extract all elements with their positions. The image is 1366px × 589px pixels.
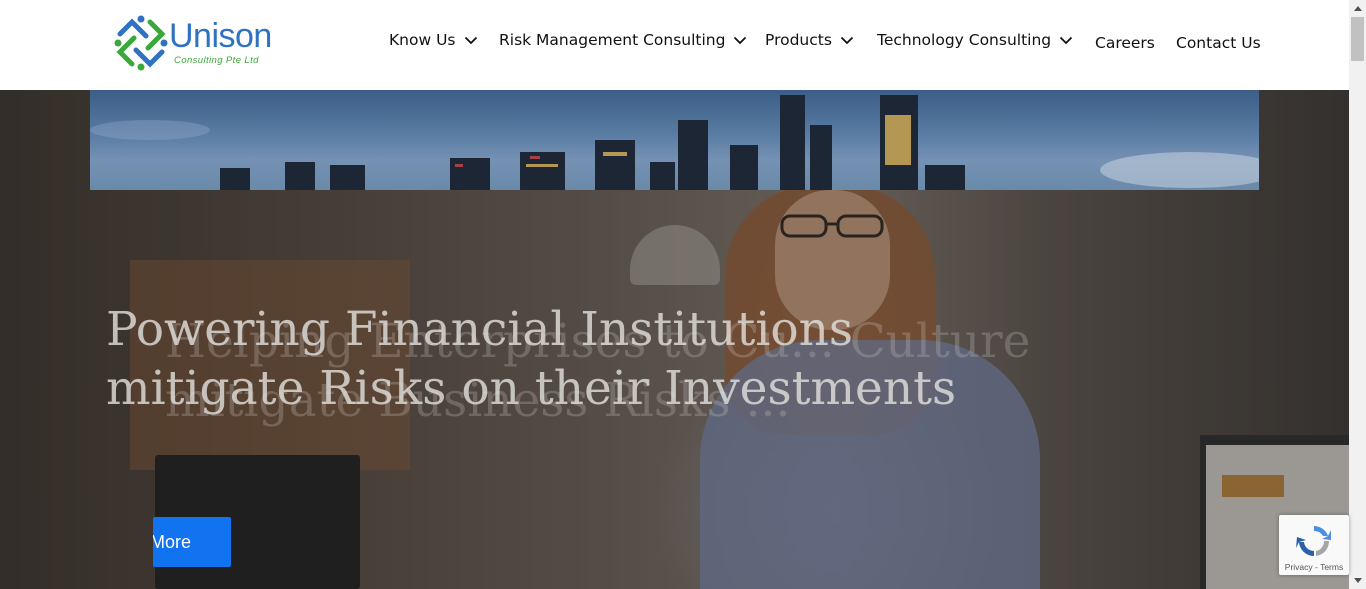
nav-item-careers[interactable]: Careers [1095,34,1155,52]
recaptcha-badge[interactable]: Privacy - Terms [1279,515,1349,575]
site-header: Unison Consulting Pte Ltd Know Us Risk M… [0,0,1349,90]
chevron-down-icon [840,36,854,45]
page-scrollbar[interactable] [1349,0,1366,589]
nav-item-risk-management-consulting[interactable]: Risk Management Consulting [499,31,747,49]
nav-item-products[interactable]: Products [765,31,854,49]
hero-slider: Helping Enterprises to Cu... Culture mit… [0,90,1349,589]
triangle-up-icon [1353,6,1362,11]
scroll-down-arrow[interactable] [1349,572,1366,589]
main-nav: Know Us Risk Management Consulting Produ… [0,0,1349,90]
hero-headline-line1: Powering Financial Institutions [106,302,854,357]
chevron-down-icon [1060,36,1073,45]
nav-item-know-us[interactable]: Know Us [389,31,478,49]
nav-item-label: Know Us [389,31,456,49]
chevron-down-icon [464,36,477,45]
nav-item-label: Products [765,31,832,49]
nav-item-contact-us[interactable]: Contact Us [1176,34,1261,52]
nav-item-label: Risk Management Consulting [499,31,726,49]
nav-item-label: Technology Consulting [877,31,1052,49]
hero-headline: Powering Financial Institutions mitigate… [106,300,1006,418]
triangle-down-icon [1353,578,1362,583]
scroll-up-arrow[interactable] [1349,0,1366,17]
city-skyline-icon [90,95,1259,190]
skyline-image-strip [90,90,1259,190]
hero-headline-line2: mitigate Risks on their Investments [106,361,957,416]
nav-item-label: Careers [1095,34,1155,52]
read-more-label: More [153,531,191,552]
nav-item-technology-consulting[interactable]: Technology Consulting [877,31,1073,49]
recaptcha-icon [1296,526,1331,557]
recaptcha-links[interactable]: Privacy - Terms [1279,562,1349,572]
read-more-button[interactable]: More [153,517,231,567]
scroll-thumb[interactable] [1351,17,1364,61]
chevron-down-icon [734,36,747,45]
nav-item-label: Contact Us [1176,34,1261,52]
